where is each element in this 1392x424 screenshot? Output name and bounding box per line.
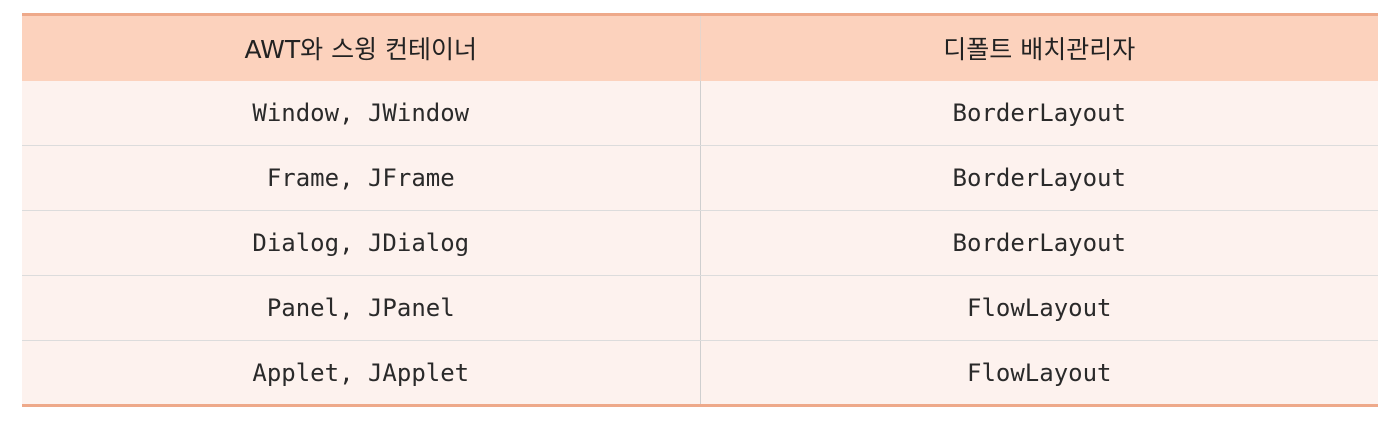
- header-container: AWT와 스윙 컨테이너: [22, 13, 701, 81]
- container-cell: Dialog, JDialog: [22, 210, 701, 276]
- layout-cell: BorderLayout: [700, 145, 1378, 211]
- header-default-layout-manager: 디폴트 배치관리자: [700, 13, 1378, 81]
- container-layout-table-wrap: AWT와 스윙 컨테이너 디폴트 배치관리자 Window, JWindow B…: [22, 13, 1378, 407]
- table-row: Applet, JApplet FlowLayout: [22, 340, 1378, 407]
- layout-cell: FlowLayout: [700, 275, 1378, 341]
- container-cell: Applet, JApplet: [22, 340, 701, 407]
- table-row: Window, JWindow BorderLayout: [22, 80, 1378, 146]
- table-row: Dialog, JDialog BorderLayout: [22, 210, 1378, 276]
- table-row: Frame, JFrame BorderLayout: [22, 145, 1378, 211]
- table-body: Window, JWindow BorderLayout Frame, JFra…: [22, 80, 1378, 407]
- container-cell: Panel, JPanel: [22, 275, 701, 341]
- header-row: AWT와 스윙 컨테이너 디폴트 배치관리자: [22, 13, 1378, 81]
- table-row: Panel, JPanel FlowLayout: [22, 275, 1378, 341]
- table-header: AWT와 스윙 컨테이너 디폴트 배치관리자: [22, 13, 1378, 81]
- layout-cell: FlowLayout: [700, 340, 1378, 407]
- container-cell: Window, JWindow: [22, 80, 701, 146]
- container-layout-table: AWT와 스윙 컨테이너 디폴트 배치관리자 Window, JWindow B…: [22, 13, 1378, 407]
- layout-cell: BorderLayout: [700, 80, 1378, 146]
- layout-cell: BorderLayout: [700, 210, 1378, 276]
- container-cell: Frame, JFrame: [22, 145, 701, 211]
